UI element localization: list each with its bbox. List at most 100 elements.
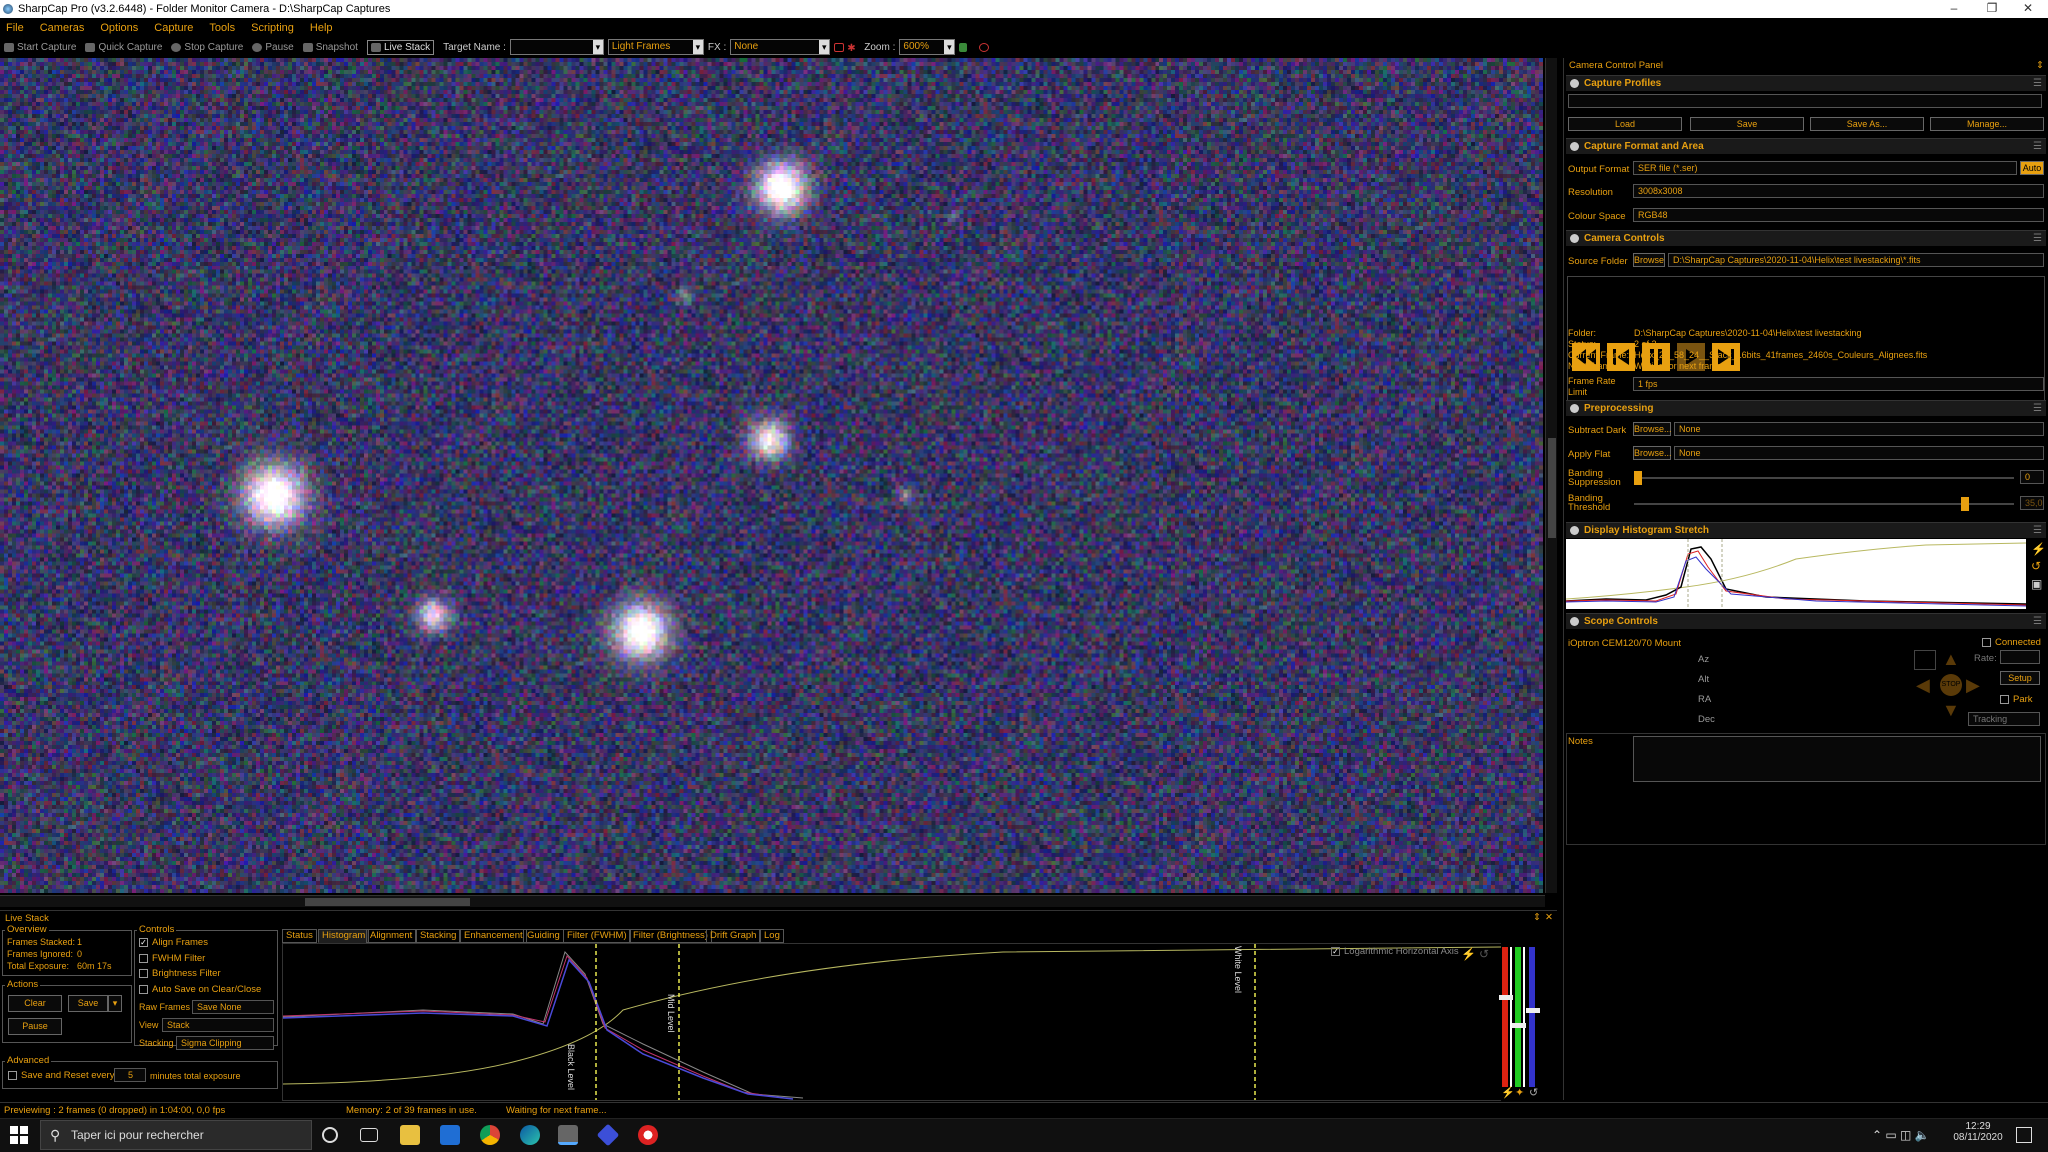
park-checkbox[interactable]: Park <box>2000 694 2033 705</box>
lightning-icon[interactable]: ⚡ <box>1501 1086 1515 1099</box>
tab-stacking[interactable]: Stacking <box>416 929 461 943</box>
blue-level-slider[interactable] <box>1529 947 1535 1087</box>
histogram-stretch-header[interactable]: Display Histogram Stretch ☰ <box>1566 522 2046 538</box>
start-capture-button[interactable]: Start Capture <box>4 42 76 53</box>
reset-icon[interactable]: ↺ <box>1479 947 1489 961</box>
capture-format-header[interactable]: Capture Format and Area ☰ <box>1566 138 2046 154</box>
scope-controls-header[interactable]: Scope Controls ☰ <box>1566 613 2046 629</box>
reset-icon[interactable]: ↺ <box>2031 559 2041 573</box>
save-dropdown-button[interactable]: ▾ <box>108 995 122 1012</box>
refresh-icon[interactable]: ↺ <box>1529 1086 1538 1099</box>
horizontal-scrollbar[interactable] <box>0 895 1545 907</box>
tab-enhancement[interactable]: Enhancement <box>460 929 527 943</box>
arrow-right-icon[interactable]: ▶ <box>1966 675 1980 696</box>
pause-stack-button[interactable]: Pause <box>8 1018 62 1035</box>
menu-scripting[interactable]: Scripting <box>251 22 294 34</box>
fx-combo[interactable]: None <box>730 39 831 55</box>
notification-icon[interactable] <box>2016 1127 2032 1143</box>
rgb-level-sliders[interactable]: ⚡ ✦ ↺ <box>1499 943 1557 1101</box>
maximize-button[interactable]: ❐ <box>1972 0 2012 18</box>
cortana-icon[interactable] <box>322 1127 338 1143</box>
menu-help[interactable]: Help <box>310 22 333 34</box>
settings-gear-icon[interactable] <box>979 42 992 52</box>
brightness-filter-checkbox[interactable]: Brightness Filter <box>139 968 221 979</box>
menu-cameras[interactable]: Cameras <box>40 22 85 34</box>
quick-capture-button[interactable]: Quick Capture <box>85 42 162 53</box>
scope-setup-button[interactable]: Setup <box>2000 671 2040 685</box>
notes-textarea[interactable] <box>1633 736 2041 782</box>
target-name-combo[interactable] <box>509 39 604 55</box>
histogram-icon[interactable] <box>959 42 970 52</box>
pause-button[interactable]: Pause <box>252 42 294 53</box>
dock-close-icon[interactable]: ✕ <box>1545 912 1553 923</box>
profile-manage-button[interactable]: Manage... <box>1930 117 2044 131</box>
horizontal-scroll-thumb[interactable] <box>305 898 470 906</box>
capture-profiles-header[interactable]: Capture Profiles ☰ <box>1566 75 2046 91</box>
star-icon[interactable]: ✦ <box>1515 1086 1524 1099</box>
menu-icon[interactable]: ☰ <box>2033 523 2042 538</box>
rate-combo[interactable] <box>2000 650 2040 664</box>
tab-drift-graph[interactable]: Drift Graph <box>706 929 761 943</box>
capture-profile-combo[interactable] <box>1568 94 2042 108</box>
red-level-slider[interactable] <box>1502 947 1508 1087</box>
output-format-combo[interactable]: SER file (*.ser) <box>1633 161 2017 175</box>
zoom-combo[interactable]: 600% <box>899 39 956 55</box>
resolution-combo[interactable]: 3008x3008 <box>1633 184 2044 198</box>
tab-filter-fwhm[interactable]: Filter (FWHM) <box>563 929 631 943</box>
apply-flat-browse-button[interactable]: Browse... <box>1633 446 1672 460</box>
auto-save-checkbox[interactable]: Auto Save on Clear/Close <box>139 984 261 995</box>
menu-tools[interactable]: Tools <box>209 22 235 34</box>
chrome-icon[interactable] <box>480 1125 500 1145</box>
banding-suppression-slider[interactable] <box>1634 471 2014 485</box>
save-reset-minutes-input[interactable]: 5 <box>114 1068 146 1082</box>
scope-stop-button[interactable]: STOP <box>1940 674 1962 696</box>
mail-icon[interactable] <box>440 1125 460 1145</box>
edge-icon[interactable] <box>520 1125 540 1145</box>
taskbar-search-input[interactable]: Taper ici pour rechercher <box>40 1120 312 1150</box>
menu-icon[interactable]: ☰ <box>2033 401 2042 416</box>
banding-threshold-value[interactable]: 35,0 <box>2020 496 2044 510</box>
tab-alignment[interactable]: Alignment <box>366 929 417 943</box>
banding-threshold-thumb[interactable] <box>1961 497 1970 511</box>
stacking-combo[interactable]: Sigma Clipping <box>176 1036 274 1050</box>
menu-icon[interactable]: ☰ <box>2033 76 2042 91</box>
menu-icon[interactable]: ☰ <box>2033 614 2042 629</box>
menu-capture[interactable]: Capture <box>154 22 193 34</box>
auto-button[interactable]: Auto <box>2020 161 2044 175</box>
menu-options[interactable]: Options <box>100 22 138 34</box>
banding-threshold-slider[interactable] <box>1634 497 2014 511</box>
display-histogram[interactable] <box>1566 539 2026 609</box>
subtract-dark-browse-button[interactable]: Browse... <box>1633 422 1672 436</box>
clear-button[interactable]: Clear <box>8 995 62 1012</box>
apply-flat-combo[interactable]: None <box>1674 446 2044 460</box>
arrow-up-icon[interactable]: ▲ <box>1942 649 1960 670</box>
close-button[interactable]: ✕ <box>2008 0 2048 18</box>
file-explorer-icon[interactable] <box>400 1125 420 1145</box>
snapshot-button[interactable]: Snapshot <box>302 42 358 53</box>
auto-stretch-icon[interactable]: ⚡ <box>1461 947 1476 961</box>
vertical-scrollbar[interactable] <box>1545 58 1557 893</box>
menu-file[interactable]: File <box>6 22 24 34</box>
arrow-left-icon[interactable]: ◀ <box>1916 675 1930 696</box>
banding-suppression-value[interactable]: 0 <box>2020 470 2044 484</box>
fwhm-filter-checkbox[interactable]: FWHM Filter <box>139 953 205 964</box>
colour-space-combo[interactable]: RGB48 <box>1633 208 2044 222</box>
preprocessing-header[interactable]: Preprocessing ☰ <box>1566 400 2046 416</box>
stack-histogram-area[interactable]: Black Level Mid Level White Level ✓ Logar… <box>282 943 1502 1101</box>
tab-histogram[interactable]: Histogram <box>318 929 370 943</box>
task-view-icon[interactable] <box>360 1128 378 1142</box>
live-stack-button[interactable]: Live Stack <box>366 39 435 55</box>
image-viewport[interactable] <box>0 58 1543 893</box>
tab-filter-brightness[interactable]: Filter (Brightness) <box>629 929 712 943</box>
banding-suppression-thumb[interactable] <box>1634 471 1642 485</box>
green-thumb[interactable] <box>1512 1023 1526 1028</box>
menu-icon[interactable]: ☰ <box>2033 139 2042 154</box>
source-folder-combo[interactable]: D:\SharpCap Captures\2020-11-04\Helix\te… <box>1668 253 2044 267</box>
minimize-button[interactable]: – <box>1934 0 1974 18</box>
save-stretch-icon[interactable]: ▣ <box>2031 577 2042 591</box>
connected-checkbox[interactable]: Connected <box>1982 637 2041 648</box>
align-frames-checkbox[interactable]: ✓ Align Frames <box>139 937 208 948</box>
tracking-combo[interactable]: Tracking <box>1968 712 2040 726</box>
reticule-icon[interactable]: ✱ <box>834 42 860 54</box>
camera-controls-header[interactable]: Camera Controls ☰ <box>1566 230 2046 246</box>
